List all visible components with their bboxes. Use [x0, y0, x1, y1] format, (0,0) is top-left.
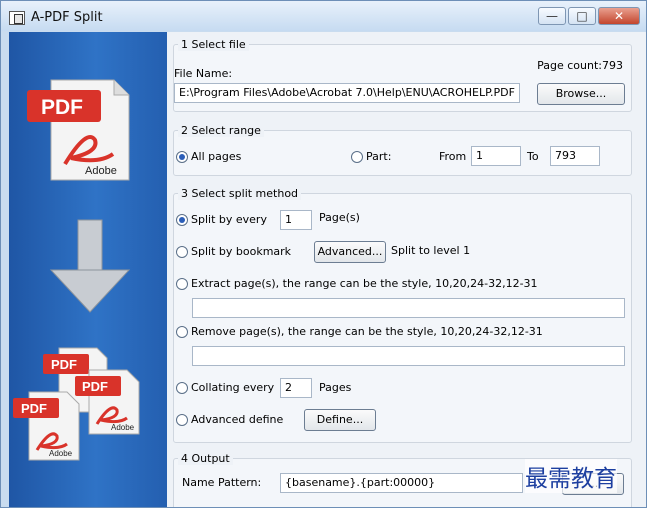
select-file-group: 1 Select file File Name: Page count:793 … [173, 38, 632, 112]
main-panel: 1 Select file File Name: Page count:793 … [167, 32, 646, 507]
part-radio[interactable] [351, 151, 363, 163]
extract-label: Extract page(s), the range can be the st… [191, 277, 538, 290]
adobe-label: Adobe [85, 165, 117, 177]
remove-radio[interactable] [176, 326, 188, 338]
window-controls: — □ ✕ [538, 7, 640, 25]
minimize-button[interactable]: — [538, 7, 566, 25]
split-level-label: Split to level 1 [391, 244, 471, 257]
split-pdf-documents-icon: PDF PDF Adobe PDF Adobe [13, 347, 140, 461]
extract-radio[interactable] [176, 278, 188, 290]
app-icon [9, 11, 25, 25]
split-every-input[interactable]: 1 [280, 210, 312, 230]
split-method-group: 3 Select split method Split by every 1 P… [173, 187, 632, 443]
advanced-button[interactable]: Advanced... [314, 241, 386, 263]
from-input[interactable]: 1 [471, 146, 521, 166]
name-pattern-label: Name Pattern: [182, 476, 262, 489]
all-pages-label: All pages [191, 150, 242, 163]
collating-radio[interactable] [176, 382, 188, 394]
title-bar: A-PDF Split — □ ✕ [1, 1, 646, 31]
watermark-text: 最需教育 [525, 459, 617, 493]
left-banner: PDF Adobe PDF PDF Adobe PDF Adobe [9, 32, 167, 507]
split-bookmark-radio[interactable] [176, 246, 188, 258]
from-label: From [439, 150, 467, 163]
split-every-label: Split by every [191, 213, 267, 226]
select-range-group: 2 Select range All pages Part: From 1 To… [173, 124, 632, 176]
output-title: 4 Output [178, 452, 233, 465]
to-input[interactable]: 793 [550, 146, 600, 166]
down-arrow-icon [49, 219, 131, 313]
page-count-label: Page count:793 [537, 59, 623, 72]
split-every-radio[interactable] [176, 214, 188, 226]
svg-text:Adobe: Adobe [49, 449, 73, 458]
remove-input[interactable] [192, 346, 625, 366]
app-window: A-PDF Split — □ ✕ PDF Adobe PDF PDF Adob… [0, 0, 647, 508]
collating-label: Collating every [191, 381, 275, 394]
all-pages-radio[interactable] [176, 151, 188, 163]
close-button[interactable]: ✕ [598, 7, 640, 25]
split-bookmark-label: Split by bookmark [191, 245, 292, 258]
pdf-label: PDF [41, 96, 83, 119]
advanced-define-radio[interactable] [176, 414, 188, 426]
part-label: Part: [366, 150, 392, 163]
split-method-title: 3 Select split method [178, 187, 302, 200]
svg-text:Adobe: Adobe [111, 423, 135, 432]
select-range-title: 2 Select range [178, 124, 264, 137]
collating-unit: Pages [319, 381, 352, 394]
define-button[interactable]: Define... [304, 409, 376, 431]
remove-label: Remove page(s), the range can be the sty… [191, 325, 543, 338]
svg-text:PDF: PDF [82, 379, 108, 394]
svg-text:PDF: PDF [51, 357, 77, 372]
banner-illustration: PDF Adobe PDF PDF Adobe PDF Adobe [13, 79, 140, 461]
name-pattern-input[interactable]: {basename}.{part:00000} [280, 473, 523, 493]
to-label: To [527, 150, 539, 163]
file-name-input[interactable]: E:\Program Files\Adobe\Acrobat 7.0\Help\… [174, 83, 520, 103]
file-name-label: File Name: [174, 67, 233, 80]
split-every-unit: Page(s) [319, 211, 360, 224]
maximize-button[interactable]: □ [568, 7, 596, 25]
pdf-document-icon: PDF Adobe [27, 79, 130, 181]
svg-text:PDF: PDF [21, 401, 47, 416]
extract-input[interactable] [192, 298, 625, 318]
window-title: A-PDF Split [31, 10, 103, 25]
browse-button[interactable]: Browse... [537, 83, 625, 105]
collating-input[interactable]: 2 [280, 378, 312, 398]
advanced-define-label: Advanced define [191, 413, 284, 426]
select-file-title: 1 Select file [178, 38, 249, 51]
